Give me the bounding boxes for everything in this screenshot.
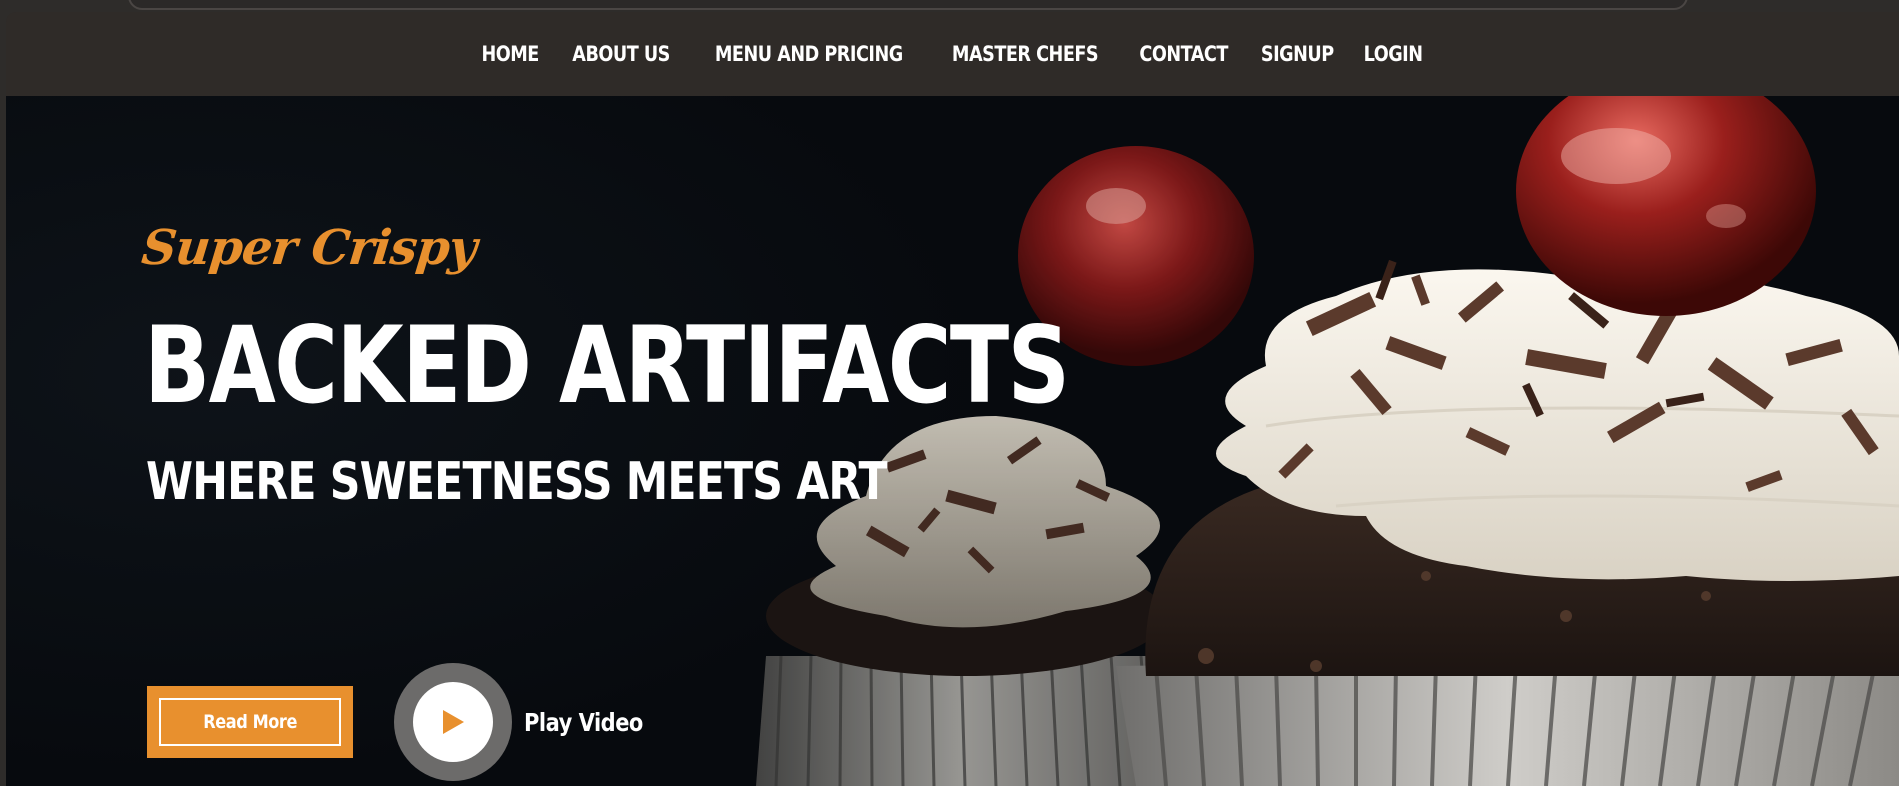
play-video-button[interactable]: Play Video xyxy=(394,662,666,782)
hero-tagline: Super Crispy xyxy=(139,220,479,276)
hero-title: BACKED ARTIFACTS xyxy=(144,304,1070,427)
nav-item-contact[interactable]: CONTACT xyxy=(1136,42,1231,66)
play-video-label: Play Video xyxy=(524,707,643,737)
cupcakes-image xyxy=(756,96,1899,786)
nav-item-about-us[interactable]: ABOUT US xyxy=(569,42,673,66)
nav-item-signup[interactable]: SIGNUP xyxy=(1257,42,1336,66)
nav-item-home[interactable]: HOME xyxy=(479,42,543,66)
nav-item-login[interactable]: LOGIN xyxy=(1361,42,1427,66)
read-more-inner-border: Read More xyxy=(159,698,341,746)
nav-item-menu-and-pricing[interactable]: MENU AND PRICING xyxy=(711,42,906,66)
main-navbar: HOME ABOUT US MENU AND PRICING MASTER CH… xyxy=(6,12,1899,97)
browser-frame: HOME ABOUT US MENU AND PRICING MASTER CH… xyxy=(0,0,1899,792)
play-disc xyxy=(413,682,493,762)
play-icon xyxy=(443,710,464,734)
read-more-label: Read More xyxy=(203,711,297,733)
hero-section: Super Crispy BACKED ARTIFACTS WHERE SWEE… xyxy=(6,96,1899,786)
play-ring xyxy=(394,663,512,781)
nav-menu: HOME ABOUT US MENU AND PRICING MASTER CH… xyxy=(6,12,1899,96)
hero-subtitle: WHERE SWEETNESS MEETS ART xyxy=(146,452,888,512)
address-bar[interactable] xyxy=(128,0,1688,10)
nav-item-master-chefs[interactable]: MASTER CHEFS xyxy=(949,42,1102,66)
page-bottom-edge xyxy=(0,786,1899,792)
read-more-button[interactable]: Read More xyxy=(147,686,353,758)
